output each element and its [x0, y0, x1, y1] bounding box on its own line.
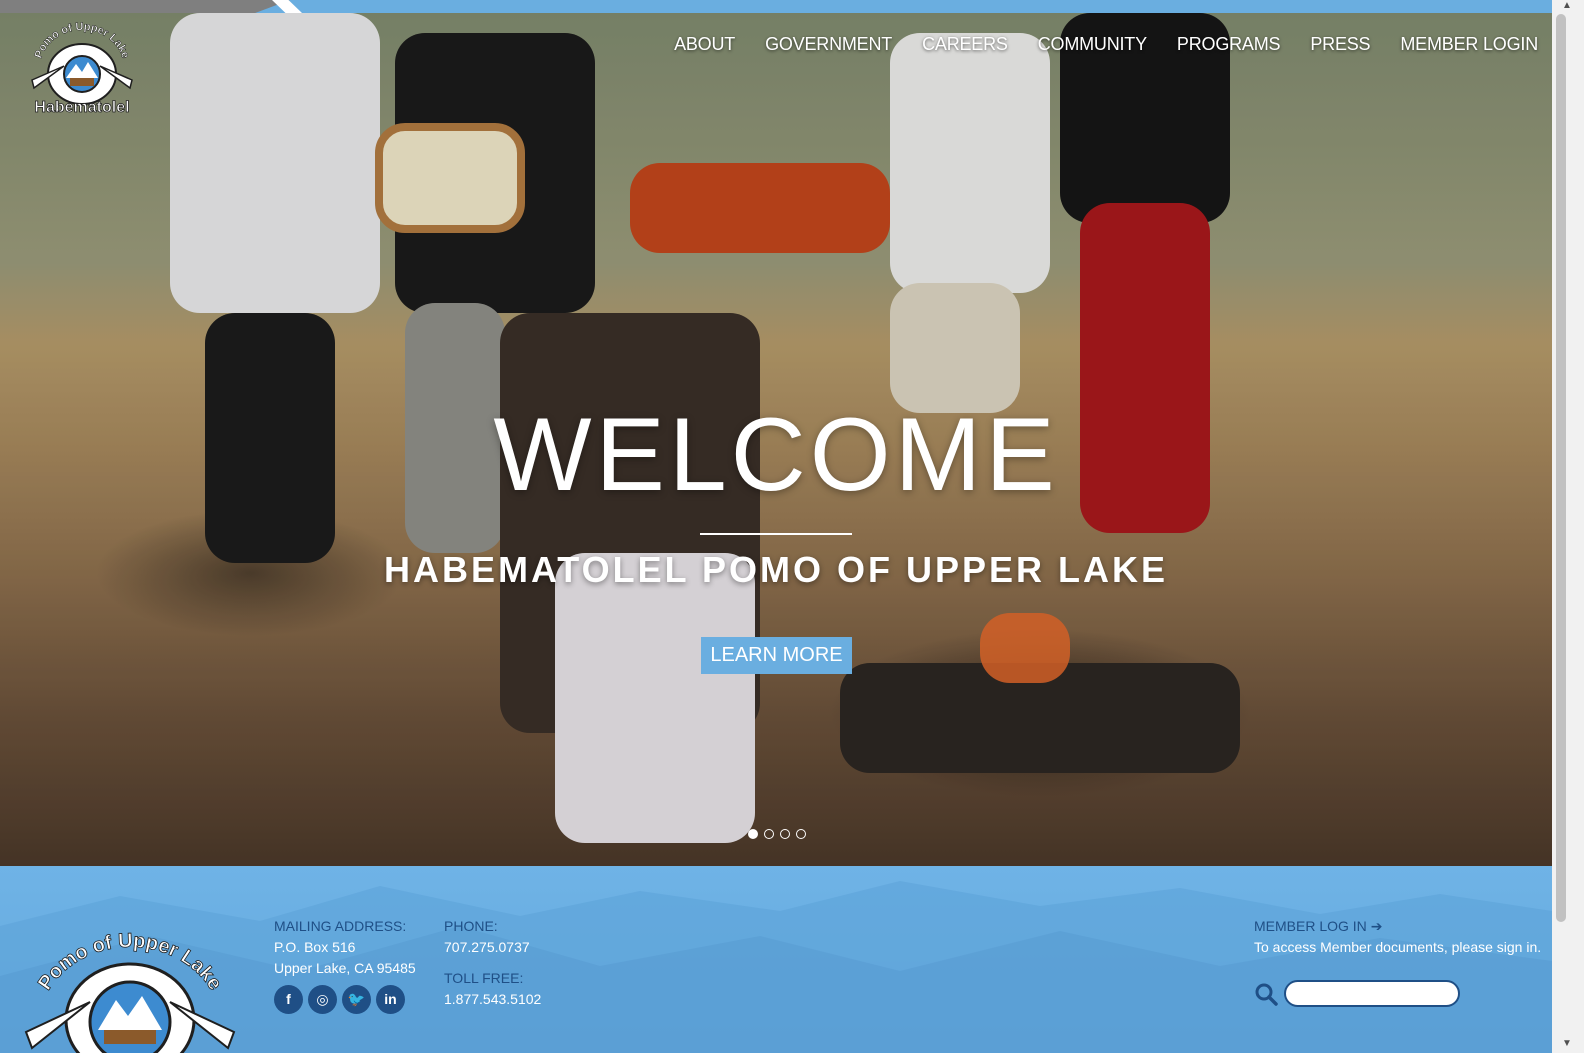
carousel-dot-3[interactable]: [780, 829, 790, 839]
carousel-dot-1[interactable]: [748, 829, 758, 839]
nav-press[interactable]: PRESS: [1310, 34, 1370, 55]
hero-divider: [700, 533, 852, 535]
mailing-address-line1: P.O. Box 516: [274, 939, 356, 955]
carousel-dot-4[interactable]: [796, 829, 806, 839]
mailing-address-label: MAILING ADDRESS:: [274, 918, 407, 934]
phone-block: PHONE: 707.275.0737 TOLL FREE: 1.877.543…: [444, 916, 541, 1010]
carousel-dot-2[interactable]: [764, 829, 774, 839]
top-accent-gray: [0, 0, 290, 13]
main-nav: ABOUT GOVERNMENT CAREERS COMMUNITY PROGR…: [674, 34, 1538, 55]
nav-community[interactable]: COMMUNITY: [1038, 34, 1147, 55]
twitter-icon[interactable]: 🐦: [342, 985, 371, 1014]
carousel-dots: [748, 829, 806, 839]
search-input[interactable]: [1284, 980, 1460, 1007]
hero-subtitle: HABEMATOLEL POMO OF UPPER LAKE: [383, 549, 1169, 590]
scroll-down-icon[interactable]: ▼: [1556, 1038, 1578, 1052]
arrow-right-icon: ➔: [1370, 918, 1383, 934]
tollfree-label: TOLL FREE:: [444, 970, 524, 986]
hero-title: WELCOME: [493, 397, 1059, 513]
social-links: f ◎ 🐦 in: [274, 985, 416, 1014]
nav-member-login[interactable]: MEMBER LOGIN: [1400, 34, 1538, 55]
site-footer: Pomo of Upper Lake MAILING ADDRESS: P.O.…: [0, 866, 1552, 1053]
scroll-up-icon[interactable]: ▲: [1556, 0, 1578, 14]
facebook-icon[interactable]: f: [274, 985, 303, 1014]
site-logo[interactable]: Pomo of Upper Lake Habematolel: [26, 22, 138, 118]
tollfree-value[interactable]: 1.877.543.5102: [444, 989, 541, 1010]
linkedin-icon[interactable]: in: [376, 985, 405, 1014]
learn-more-button[interactable]: LEARN MORE: [701, 637, 852, 674]
member-login-label: MEMBER LOG IN: [1254, 918, 1367, 934]
member-login-block: MEMBER LOG IN ➔ To access Member documen…: [1254, 916, 1541, 958]
instagram-icon[interactable]: ◎: [308, 985, 337, 1014]
svg-text:Habematolel: Habematolel: [34, 99, 129, 116]
nav-careers[interactable]: CAREERS: [922, 34, 1008, 55]
phone-label: PHONE:: [444, 918, 498, 934]
footer-logo[interactable]: Pomo of Upper Lake: [20, 902, 240, 1053]
nav-programs[interactable]: PROGRAMS: [1177, 34, 1281, 55]
search-icon[interactable]: [1254, 982, 1278, 1006]
phone-value[interactable]: 707.275.0737: [444, 937, 541, 958]
mailing-address-block: MAILING ADDRESS: P.O. Box 516 Upper Lake…: [274, 916, 416, 1014]
nav-government[interactable]: GOVERNMENT: [765, 34, 892, 55]
member-login-link[interactable]: MEMBER LOG IN ➔: [1254, 918, 1382, 934]
mailing-address-line2: Upper Lake, CA 95485: [274, 960, 416, 976]
scrollbar-thumb[interactable]: [1556, 14, 1566, 922]
member-login-description: To access Member documents, please sign …: [1254, 939, 1542, 955]
nav-about[interactable]: ABOUT: [674, 34, 735, 55]
search-bar: [1254, 980, 1460, 1007]
